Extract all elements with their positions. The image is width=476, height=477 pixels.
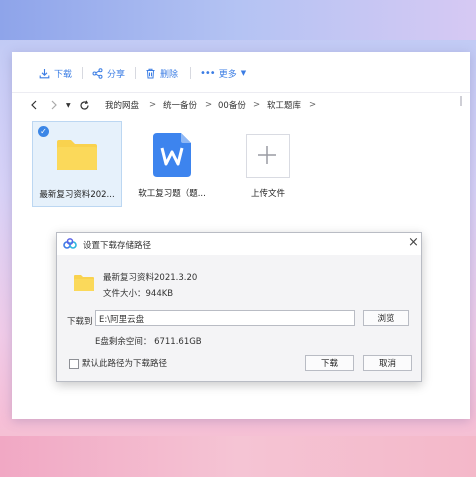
share-icon [92,67,103,79]
breadcrumb-separator: > [253,100,261,110]
more-button[interactable]: ••• 更多 ▼ [200,65,246,81]
toolbar: 下载 分享 删除 ••• 更多 ▼ [12,52,470,93]
chevron-down-icon: ▼ [240,69,247,77]
download-label: 下载 [54,69,73,80]
file-item-folder[interactable]: ✓ 最新复习资料202... [32,121,122,207]
file-name: 上传文件 [250,189,285,199]
breadcrumb-separator: > [149,100,157,110]
trash-icon [146,68,155,78]
more-dots-icon: ••• [200,67,216,79]
download-path-value: E:\阿里云盘 [99,315,145,325]
free-space-text: E盘剩余空间： 6711.61GB [95,337,202,347]
file-name: 软工复习题（题... [138,189,206,199]
history-dropdown[interactable]: ▼ [66,98,71,112]
more-label: 更多 [218,69,237,80]
forward-button[interactable] [50,98,58,112]
toolbar-divider [135,67,136,79]
download-path-dialog: 设置下载存储路径 × 最新复习资料2021.3.20 文件大小：944KB 下载… [56,232,422,382]
cancel-button[interactable]: 取消 [363,355,412,371]
browse-button[interactable]: 浏览 [363,310,409,326]
dialog-file-name: 最新复习资料2021.3.20 [103,273,198,283]
default-path-label[interactable]: 默认此路径为下载路径 [82,357,167,369]
dialog-body: 最新复习资料2021.3.20 文件大小：944KB 下载到 E:\阿里云盘 浏… [57,255,421,381]
word-document-icon [153,133,191,177]
breadcrumb-item-3[interactable]: 软工题库 [267,98,301,112]
toolbar-divider [190,67,191,79]
breadcrumb-separator: > [205,100,213,110]
default-path-checkbox[interactable] [69,359,79,369]
background-band-top [0,0,476,40]
file-item-word[interactable]: 软工复习题（题... [128,121,216,205]
folder-icon [57,140,97,170]
chevron-right-icon [51,100,57,110]
refresh-icon [80,100,89,110]
chevron-left-icon [31,100,37,110]
share-button[interactable]: 分享 [92,65,125,81]
download-confirm-button[interactable]: 下载 [305,355,354,371]
download-button[interactable]: 下载 [39,65,72,81]
breadcrumb-separator: > [309,100,317,110]
back-button[interactable] [30,98,38,112]
dialog-file-size: 文件大小：944KB [103,289,174,299]
plus-icon [258,146,276,164]
share-label: 分享 [107,69,126,80]
breadcrumb-item-1[interactable]: 统一备份 [163,98,197,112]
caret-down-icon: ▼ [66,101,71,109]
delete-label: 删除 [160,69,179,80]
download-icon [39,68,50,78]
folder-icon [74,275,94,291]
breadcrumb-item-0[interactable]: 我的网盘 [105,98,139,112]
app-logo-icon [63,238,77,249]
navigation-bar: ▼ 我的网盘 > 统一备份 > 00备份 > 软工题库 > [12,92,470,118]
dialog-titlebar: 设置下载存储路径 × [57,233,421,255]
file-name: 最新复习资料202... [39,190,115,200]
toolbar-divider [82,67,83,79]
refresh-button[interactable] [79,98,90,112]
breadcrumb-item-2[interactable]: 00备份 [218,98,246,112]
scrollbar[interactable] [460,96,462,106]
download-path-field[interactable]: E:\阿里云盘 [95,310,355,326]
checkmark-icon[interactable]: ✓ [38,126,49,137]
close-icon[interactable]: × [408,235,419,250]
delete-button[interactable]: 删除 [145,65,178,81]
upload-file-item[interactable]: 上传文件 [224,121,312,205]
background-band-bottom [0,436,476,477]
dialog-title: 设置下载存储路径 [83,241,152,251]
download-to-label: 下载到 [67,317,93,327]
